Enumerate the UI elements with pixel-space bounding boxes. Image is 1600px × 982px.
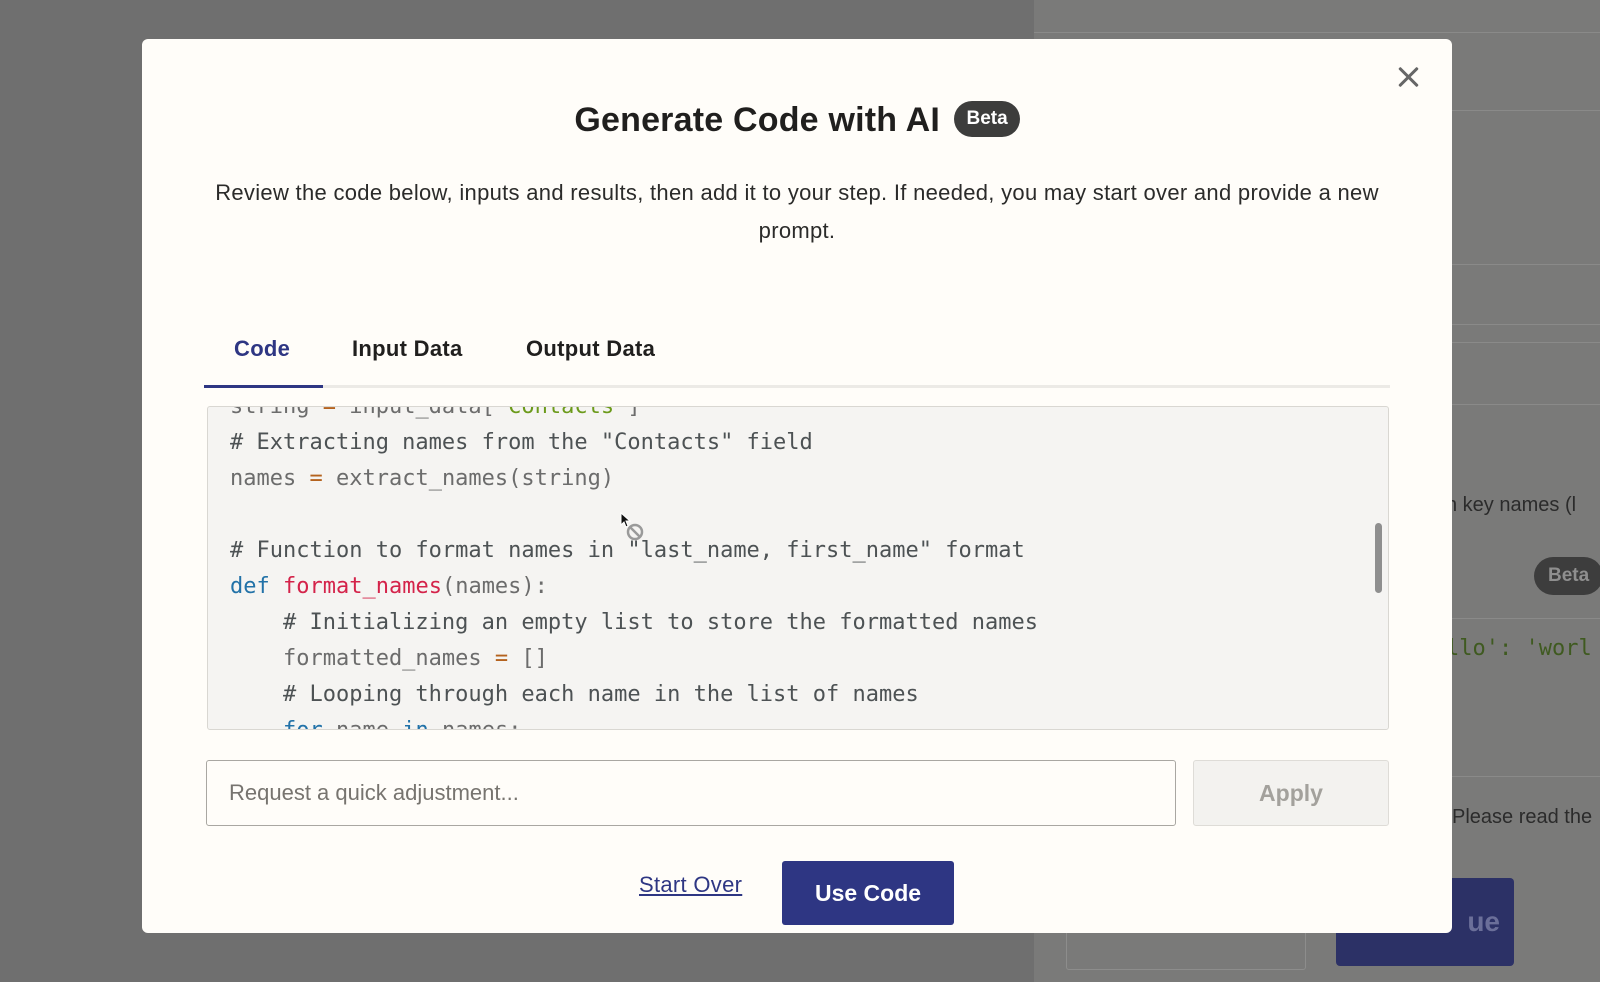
background-divider xyxy=(1034,32,1600,33)
active-tab-indicator xyxy=(204,385,323,388)
modal-header: Generate Code with AI Beta xyxy=(142,100,1452,140)
background-notice: Please read the xyxy=(1452,806,1593,828)
use-code-button[interactable]: Use Code xyxy=(782,861,954,925)
generate-code-modal: Generate Code with AI Beta Review the co… xyxy=(142,39,1452,933)
modal-title: Generate Code with AI xyxy=(574,101,941,139)
code-line: # Extracting names from the "Contacts" f… xyxy=(230,430,813,455)
background-label: n key names (l xyxy=(1446,494,1577,516)
tab-output-data[interactable]: Output Data xyxy=(526,336,655,362)
code-line: # Initializing an empty list to store th… xyxy=(230,610,1038,635)
beta-badge: Beta xyxy=(954,100,1020,137)
code-content: string = input_data['Contacts'] # Extract… xyxy=(230,406,1038,729)
tab-code[interactable]: Code xyxy=(234,336,290,362)
background-code-snippet: llo': 'worl xyxy=(1446,636,1592,661)
modal-description: Review the code below, inputs and result… xyxy=(215,180,1379,243)
code-line: # Function to format names in "last_name… xyxy=(230,538,1025,563)
close-icon[interactable] xyxy=(1390,59,1426,95)
adjustment-input[interactable] xyxy=(206,760,1176,826)
tab-input-data[interactable]: Input Data xyxy=(352,336,463,362)
code-line: for name in names: xyxy=(230,713,1038,729)
start-over-link[interactable]: Start Over xyxy=(639,872,742,898)
background-beta-badge: Beta xyxy=(1534,557,1600,595)
code-line: names = extract_names(string) xyxy=(230,466,615,491)
code-line: formatted_names = [] xyxy=(230,646,548,671)
apply-button[interactable]: Apply xyxy=(1193,760,1389,826)
code-line: string = input_data['Contacts'] xyxy=(230,406,641,419)
code-line: # Looping through each name in the list … xyxy=(230,682,919,707)
code-scrollbar[interactable] xyxy=(1375,523,1382,593)
tab-bar: Code Input Data Output Data xyxy=(204,324,1390,388)
code-line: def format_names(names): xyxy=(230,574,548,599)
code-editor[interactable]: string = input_data['Contacts'] # Extract… xyxy=(207,406,1389,730)
